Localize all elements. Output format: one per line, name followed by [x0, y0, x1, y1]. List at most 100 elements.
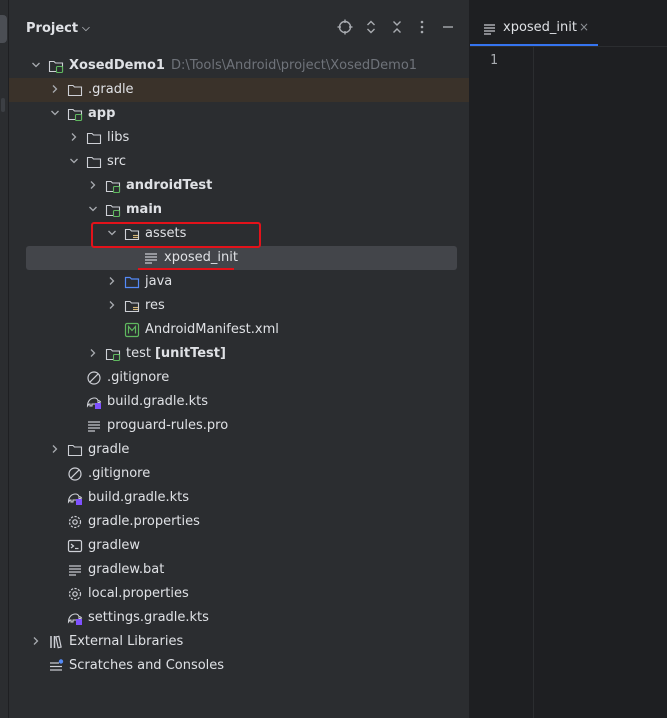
- module-folder-icon: [48, 58, 64, 74]
- source-folder-icon: [105, 202, 121, 218]
- settings-gear-icon: [67, 514, 83, 530]
- source-root-icon: [124, 274, 140, 290]
- expand-all-icon[interactable]: [361, 19, 381, 39]
- tree-item[interactable]: androidTest: [9, 174, 469, 198]
- tree-item-label: XosedDemo1 D:\Tools\Android\project\Xosed…: [69, 58, 417, 74]
- manifest-icon: [124, 322, 140, 338]
- chevron-down-icon[interactable]: [68, 155, 80, 167]
- tree-item[interactable]: main: [9, 198, 469, 222]
- tree-item[interactable]: local.properties: [9, 582, 469, 606]
- tree-item[interactable]: AndroidManifest.xml: [9, 318, 469, 342]
- editor-text-area[interactable]: [534, 47, 667, 718]
- more-options-icon[interactable]: [412, 19, 432, 39]
- tree-item-name: gradlew.bat: [88, 562, 165, 577]
- tree-item[interactable]: .gradle: [9, 78, 469, 102]
- tree-item[interactable]: java: [9, 270, 469, 294]
- chevron-right-icon[interactable]: [49, 443, 61, 455]
- editor-tab-bar: xposed_init ×: [470, 0, 667, 46]
- tree-item[interactable]: gradle: [9, 438, 469, 462]
- tree-item[interactable]: xposed_init: [9, 246, 469, 270]
- tree-item-name: res: [145, 298, 165, 313]
- tree-item[interactable]: Scratches and Consoles: [9, 654, 469, 678]
- tree-item[interactable]: build.gradle.kts: [9, 486, 469, 510]
- tree-item[interactable]: libs: [9, 126, 469, 150]
- chevron-right-icon[interactable]: [106, 275, 118, 287]
- tree-item-label: res: [145, 298, 165, 314]
- tree-item[interactable]: External Libraries: [9, 630, 469, 654]
- tree-item[interactable]: build.gradle.kts: [9, 390, 469, 414]
- gradle-kts-icon: [67, 610, 83, 626]
- chevron-right-icon[interactable]: [87, 347, 99, 359]
- tree-item[interactable]: gradle.properties: [9, 510, 469, 534]
- chevron-down-icon[interactable]: [87, 203, 99, 215]
- tree-item-name: XosedDemo1: [69, 58, 165, 73]
- chevron-right-icon[interactable]: [30, 635, 42, 647]
- settings-gear-icon: [67, 586, 83, 602]
- collapse-all-icon[interactable]: [387, 19, 407, 39]
- text-file-icon: [67, 562, 83, 578]
- chevron-down-icon: ⌵: [82, 23, 90, 34]
- tree-item-label: app: [88, 106, 115, 122]
- tree-item-name: build.gradle.kts: [88, 490, 190, 505]
- editor-tab-xposed-init[interactable]: xposed_init ×: [470, 0, 598, 44]
- tree-item-label: gradle: [88, 442, 129, 458]
- tree-item[interactable]: XosedDemo1 D:\Tools\Android\project\Xosed…: [9, 54, 469, 78]
- tree-item-name: java: [145, 274, 173, 289]
- chevron-right-icon[interactable]: [49, 83, 61, 95]
- chevron-down-icon[interactable]: [49, 107, 61, 119]
- tree-item-name: .gradle: [88, 82, 134, 97]
- tree-item[interactable]: res: [9, 294, 469, 318]
- chevron-right-icon[interactable]: [68, 131, 80, 143]
- annotation-underline: [138, 268, 234, 270]
- text-file-icon: [143, 250, 159, 266]
- ignore-file-icon: [67, 466, 83, 482]
- tree-item-name: libs: [107, 130, 130, 145]
- text-file-icon: [86, 418, 102, 434]
- tree-item[interactable]: test [unitTest]: [9, 342, 469, 366]
- tree-item[interactable]: gradlew.bat: [9, 558, 469, 582]
- tree-item-label: libs: [107, 130, 129, 146]
- tree-item-name: External Libraries: [69, 634, 184, 649]
- tree-item[interactable]: gradlew: [9, 534, 469, 558]
- tree-item-name: build.gradle.kts: [107, 394, 209, 409]
- tree-item-name: Scratches and Consoles: [69, 658, 225, 673]
- tree-item-label: External Libraries: [69, 634, 183, 650]
- tree-item[interactable]: .gitignore: [9, 366, 469, 390]
- tree-item[interactable]: settings.gradle.kts: [9, 606, 469, 630]
- tree-item-name: test: [126, 346, 151, 361]
- annotation-box: [91, 222, 261, 248]
- library-icon: [48, 634, 64, 650]
- test-type-tag: [unitTest]: [154, 346, 226, 361]
- gradle-kts-icon: [67, 490, 83, 506]
- tree-item-name: AndroidManifest.xml: [145, 322, 279, 337]
- tree-item-name: gradle.properties: [88, 514, 200, 529]
- close-icon[interactable]: ×: [579, 20, 589, 34]
- chevron-right-icon[interactable]: [87, 179, 99, 191]
- tree-item-name: gradlew: [88, 538, 141, 553]
- tab-label: xposed_init: [503, 20, 577, 35]
- tree-item-label: .gradle: [88, 82, 134, 98]
- line-number: 1: [490, 53, 498, 68]
- tree-item-label: Scratches and Consoles: [69, 658, 224, 674]
- hide-panel-icon[interactable]: [438, 19, 458, 39]
- chevron-right-icon[interactable]: [106, 299, 118, 311]
- scratches-icon: [48, 658, 64, 674]
- chevron-down-icon[interactable]: [30, 59, 42, 71]
- source-folder-icon: [105, 178, 121, 194]
- text-file-icon: [483, 22, 497, 36]
- locate-icon[interactable]: [335, 19, 355, 39]
- tree-item[interactable]: proguard-rules.pro: [9, 414, 469, 438]
- tree-item[interactable]: app: [9, 102, 469, 126]
- project-tool-button[interactable]: [0, 15, 7, 43]
- tree-item-name: app: [88, 106, 116, 121]
- tree-item-label: androidTest: [126, 178, 212, 194]
- tree-item-name: xposed_init: [164, 250, 238, 265]
- resource-folder-icon: [124, 298, 140, 314]
- tree-item[interactable]: .gitignore: [9, 462, 469, 486]
- project-view-selector[interactable]: Project ⌵: [26, 21, 90, 36]
- project-panel: Project ⌵ XosedDemo1 D:\Tools\Android\proj…: [9, 0, 469, 718]
- line-number-gutter: [470, 47, 534, 718]
- tree-item[interactable]: src: [9, 150, 469, 174]
- tree-item-label: gradle.properties: [88, 514, 200, 530]
- ignore-file-icon: [86, 370, 102, 386]
